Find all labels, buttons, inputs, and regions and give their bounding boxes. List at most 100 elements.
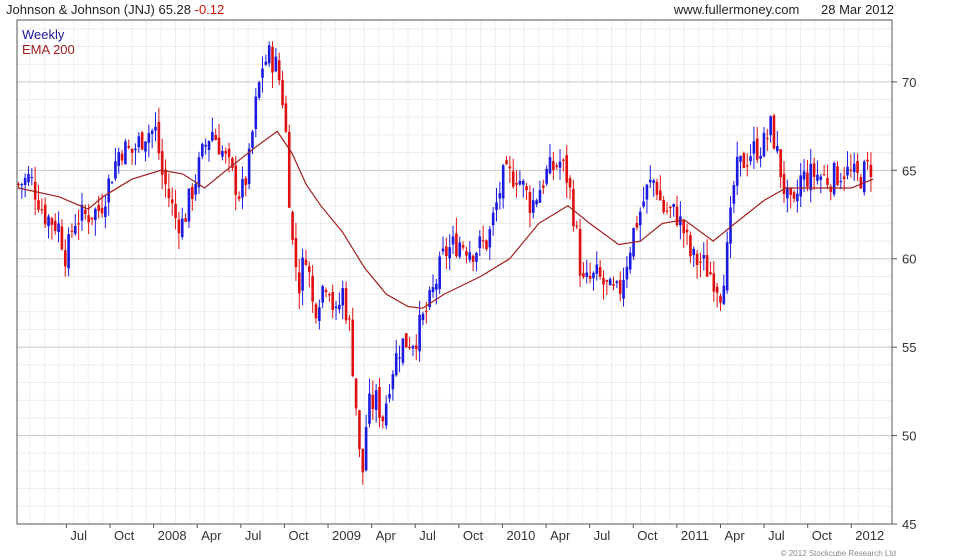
candle-body [404,333,408,348]
chart-legend: Weekly EMA 200 [22,27,75,57]
x-tick-label: Oct [637,528,658,543]
candle-body [27,173,30,183]
candle-body [331,291,334,311]
candle-body [170,199,174,204]
candle-body [388,393,391,399]
candle-body [819,176,823,180]
candle-body [498,193,502,199]
candle-body [33,181,37,200]
legend-ema: EMA 200 [22,42,75,57]
candle-body [866,159,869,162]
candle-body [237,196,241,199]
candle-body [401,338,405,363]
y-tick-label: 50 [902,429,916,444]
candle-body [47,216,50,227]
candle-body [615,281,619,284]
candle-body [318,307,321,321]
candle-body [154,126,157,131]
candle-body [274,56,278,72]
candle-body [287,131,291,208]
candle-body [602,277,605,285]
candle-body [157,121,161,154]
candle-body [525,186,528,191]
candle-body [63,250,67,267]
candle-body [334,306,338,309]
candle-body [73,225,77,234]
candle-body [839,181,843,183]
candle-body [605,280,609,282]
x-tick-label: Oct [812,528,833,543]
candle-body [107,178,111,203]
candle-body [448,247,452,259]
candle-body [628,252,632,270]
candle-body [802,171,806,180]
candle-body [87,215,90,223]
candle-body [421,313,425,321]
candle-body [431,287,435,293]
candle-body [521,180,525,185]
candle-body [675,206,679,226]
candle-body [745,165,749,167]
candle-body [184,218,187,222]
candle-body [251,131,254,148]
candle-body [542,185,545,188]
candle-body [110,182,114,184]
candle-body [618,280,622,294]
candle-body [672,203,675,208]
candle-body [648,179,652,183]
candle-body [167,188,171,199]
candle-body [368,393,371,424]
candle-body [264,61,268,65]
candle-body [645,184,649,200]
candle-body [852,163,856,173]
candle-body [608,279,612,286]
candle-body [207,141,211,150]
candle-body [314,304,318,319]
candle-body [414,345,418,350]
candle-body [244,178,248,186]
candle-body [17,183,20,186]
candle-body [478,236,482,249]
candle-body [829,186,833,192]
candle-body [227,148,231,158]
candle-body [635,223,639,228]
candle-body [217,137,221,155]
candle-body [475,252,478,262]
candle-body [752,141,756,154]
candle-body [505,160,508,165]
candle-body [859,177,863,189]
x-tick-label: Jul [70,528,87,543]
copyright: © 2012 Stockcube Research Ltd [780,549,896,558]
candle-body [321,286,324,303]
candle-body [261,68,264,78]
candle-body [451,236,455,245]
candle-body [612,284,615,286]
candle-body [642,201,645,207]
candle-body [438,256,441,290]
candle-body [515,182,518,185]
candle-body [301,257,304,291]
candle-body [769,116,772,136]
candle-body [655,181,659,195]
candle-body [755,138,759,160]
candle-body [94,208,97,221]
candle-body [491,212,495,226]
candle-body [806,172,809,187]
candle-body [782,173,786,195]
candle-body [816,174,819,181]
candle-body [682,220,686,234]
candle-body [267,45,271,64]
candle-body [545,168,548,184]
candle-body [114,161,117,179]
candle-body [725,242,729,291]
stock-chart: 45 50 55 60 65 70 Jul Oct 2008 Apr Jul Oct 2009 Apr Ju… [16,19,916,543]
candle-body [508,166,512,169]
candle-body [361,448,365,473]
candle-body [418,314,421,352]
candle-body [304,259,308,265]
candle-body [37,200,40,210]
candle-body [555,165,558,167]
candle-body [441,248,445,252]
legend-weekly: Weekly [22,27,65,42]
candle-body [719,295,722,303]
